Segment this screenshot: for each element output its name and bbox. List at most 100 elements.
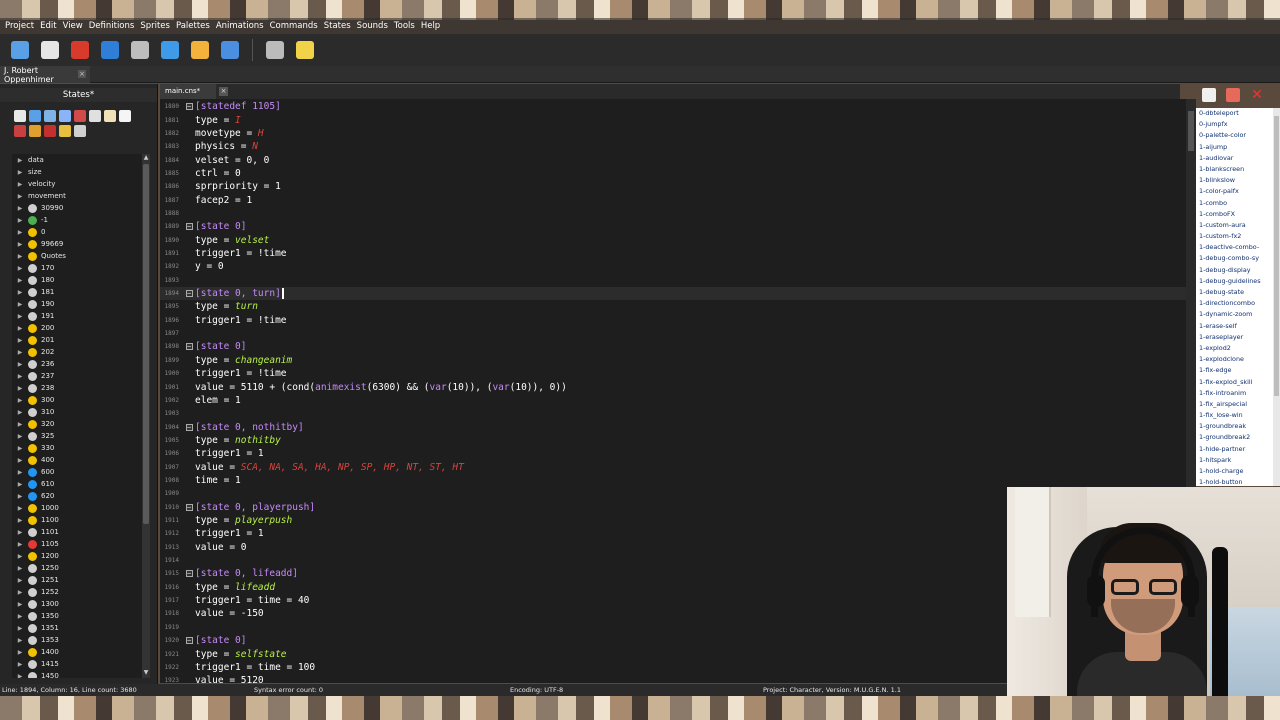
tree-state[interactable]: ▶ 238 [12, 382, 150, 394]
tree-folder[interactable]: ▶ data [12, 154, 150, 166]
snippets-scrollbar[interactable] [1273, 108, 1280, 486]
menu-item-view[interactable]: View [60, 21, 86, 31]
tree-state[interactable]: ▶ 1350 [12, 610, 150, 622]
tree-folder[interactable]: ▶ velocity [12, 178, 150, 190]
folder-icon[interactable] [59, 125, 71, 137]
expand-arrow-icon[interactable]: ▶ [16, 673, 24, 679]
snippet-item[interactable]: 1-aijump [1196, 142, 1280, 153]
search-icon[interactable] [119, 110, 131, 122]
fold-toggle-icon[interactable]: − [183, 103, 195, 111]
expand-arrow-icon[interactable]: ▶ [16, 433, 24, 440]
code-line[interactable]: 1906 trigger1 = 1 [160, 447, 1186, 460]
expand-arrow-icon[interactable]: ▶ [16, 205, 24, 212]
expand-arrow-icon[interactable]: ▶ [16, 421, 24, 428]
new-snippet-icon[interactable] [1202, 88, 1216, 102]
tree-folder[interactable]: ▶ movement [12, 190, 150, 202]
delete-icon[interactable] [44, 125, 56, 137]
fold-toggle-icon[interactable]: − [183, 223, 195, 231]
code-line[interactable]: 1894− [state 0, turn] [160, 286, 1186, 301]
tree-state[interactable]: ▶ 320 [12, 418, 150, 430]
code-line[interactable]: 1884 velset = 0, 0 [160, 153, 1186, 166]
expand-arrow-icon[interactable]: ▶ [16, 349, 24, 356]
snippet-item[interactable]: 1-debug-display [1196, 265, 1280, 276]
fold-toggle-icon[interactable]: − [183, 423, 195, 431]
code-line[interactable]: 1903 [160, 407, 1186, 420]
new-state-icon[interactable] [14, 110, 26, 122]
tree-state[interactable]: ▶ 237 [12, 370, 150, 382]
expand-arrow-icon[interactable]: ▶ [16, 529, 24, 536]
tree-state[interactable]: ▶ 200 [12, 322, 150, 334]
tree-state[interactable]: ▶ 610 [12, 478, 150, 490]
tree-state[interactable]: ▶ 30990 [12, 202, 150, 214]
code-line[interactable]: 1896 trigger1 = !time [160, 314, 1186, 327]
tree-state[interactable]: ▶ 1251 [12, 574, 150, 586]
tree-state[interactable]: ▶ 1300 [12, 598, 150, 610]
snippet-item[interactable]: 1-debug-guidelines [1196, 276, 1280, 287]
code-line[interactable]: 1886 sprpriority = 1 [160, 180, 1186, 193]
code-line[interactable]: 1895 type = turn [160, 300, 1186, 313]
code-line[interactable]: 1890 type = velset [160, 234, 1186, 247]
snippet-item[interactable]: 1-dynamic-zoom [1196, 309, 1280, 320]
tree-state[interactable]: ▶ 310 [12, 406, 150, 418]
expand-arrow-icon[interactable]: ▶ [16, 517, 24, 524]
tree-state[interactable]: ▶ 620 [12, 490, 150, 502]
compile-icon[interactable] [158, 38, 182, 62]
tree-state[interactable]: ▶ 325 [12, 430, 150, 442]
code-line[interactable]: 1901 value = 5110 + (cond(animexist(6300)… [160, 380, 1186, 393]
expand-arrow-icon[interactable]: ▶ [16, 361, 24, 368]
snippet-item[interactable]: 1-debug-combo-sy [1196, 253, 1280, 264]
tree-state[interactable]: ▶ 201 [12, 334, 150, 346]
tree-state[interactable]: ▶ 1250 [12, 562, 150, 574]
snippet-item[interactable]: 0-palette-color [1196, 130, 1280, 141]
code-line[interactable]: 1883 physics = N [160, 140, 1186, 153]
save-icon[interactable] [44, 110, 56, 122]
code-line[interactable]: 1902 elem = 1 [160, 394, 1186, 407]
tree-state[interactable]: ▶ 1000 [12, 502, 150, 514]
expand-arrow-icon[interactable]: ▶ [16, 193, 24, 200]
code-line[interactable]: 1882 movetype = H [160, 127, 1186, 140]
expand-arrow-icon[interactable]: ▶ [16, 325, 24, 332]
tree-state[interactable]: ▶ 1415 [12, 658, 150, 670]
tree-state[interactable]: ▶ 300 [12, 394, 150, 406]
snippet-item[interactable]: 1-color-palfx [1196, 186, 1280, 197]
code-line[interactable]: 1891 trigger1 = !time [160, 247, 1186, 260]
expand-arrow-icon[interactable]: ▶ [16, 397, 24, 404]
snippet-item[interactable]: 1-fix-introanim [1196, 388, 1280, 399]
tree-state[interactable]: ▶ 0 [12, 226, 150, 238]
menu-item-sounds[interactable]: Sounds [354, 21, 391, 31]
snippet-item[interactable]: 1-comboFX [1196, 209, 1280, 220]
scroll-up-icon[interactable]: ▲ [142, 154, 150, 163]
expand-arrow-icon[interactable]: ▶ [16, 613, 24, 620]
snippet-item[interactable]: 1-eraseplayer [1196, 332, 1280, 343]
expand-arrow-icon[interactable]: ▶ [16, 589, 24, 596]
open-icon[interactable] [29, 110, 41, 122]
expand-arrow-icon[interactable]: ▶ [16, 457, 24, 464]
code-line[interactable]: 1905 type = nothitby [160, 434, 1186, 447]
tree-state[interactable]: ▶ Quotes [12, 250, 150, 262]
expand-arrow-icon[interactable]: ▶ [16, 409, 24, 416]
snippet-item[interactable]: 1-fix_lose-win [1196, 410, 1280, 421]
snippet-item[interactable]: 1-custom-aura [1196, 220, 1280, 231]
expand-arrow-icon[interactable]: ▶ [16, 217, 24, 224]
code-line[interactable]: 1908 time = 1 [160, 474, 1186, 487]
cut-icon[interactable] [74, 110, 86, 122]
settings-tools-icon[interactable] [263, 38, 287, 62]
snippet-item[interactable]: 1-fix-explod_skill [1196, 377, 1280, 388]
code-line[interactable]: 1898− [state 0] [160, 340, 1186, 353]
expand-arrow-icon[interactable]: ▶ [16, 649, 24, 656]
snippet-item[interactable]: 1-groundbreak [1196, 421, 1280, 432]
tree-state[interactable]: ▶ 1450 [12, 670, 150, 678]
menu-item-help[interactable]: Help [418, 21, 443, 31]
project-icon[interactable] [8, 38, 32, 62]
expand-arrow-icon[interactable]: ▶ [16, 577, 24, 584]
snippet-item[interactable]: 1-hold-button [1196, 477, 1280, 486]
code-line[interactable]: 1885 ctrl = 0 [160, 167, 1186, 180]
code-line[interactable]: 1881 type = I [160, 113, 1186, 126]
code-line[interactable]: 1880− [statedef 1105] [160, 100, 1186, 113]
tree-state[interactable]: ▶ 1353 [12, 634, 150, 646]
tree-scrollbar-thumb[interactable] [143, 164, 149, 524]
expand-arrow-icon[interactable]: ▶ [16, 157, 24, 164]
expand-arrow-icon[interactable]: ▶ [16, 313, 24, 320]
fold-toggle-icon[interactable]: − [183, 570, 195, 578]
snippet-item[interactable]: 1-custom-fx2 [1196, 231, 1280, 242]
